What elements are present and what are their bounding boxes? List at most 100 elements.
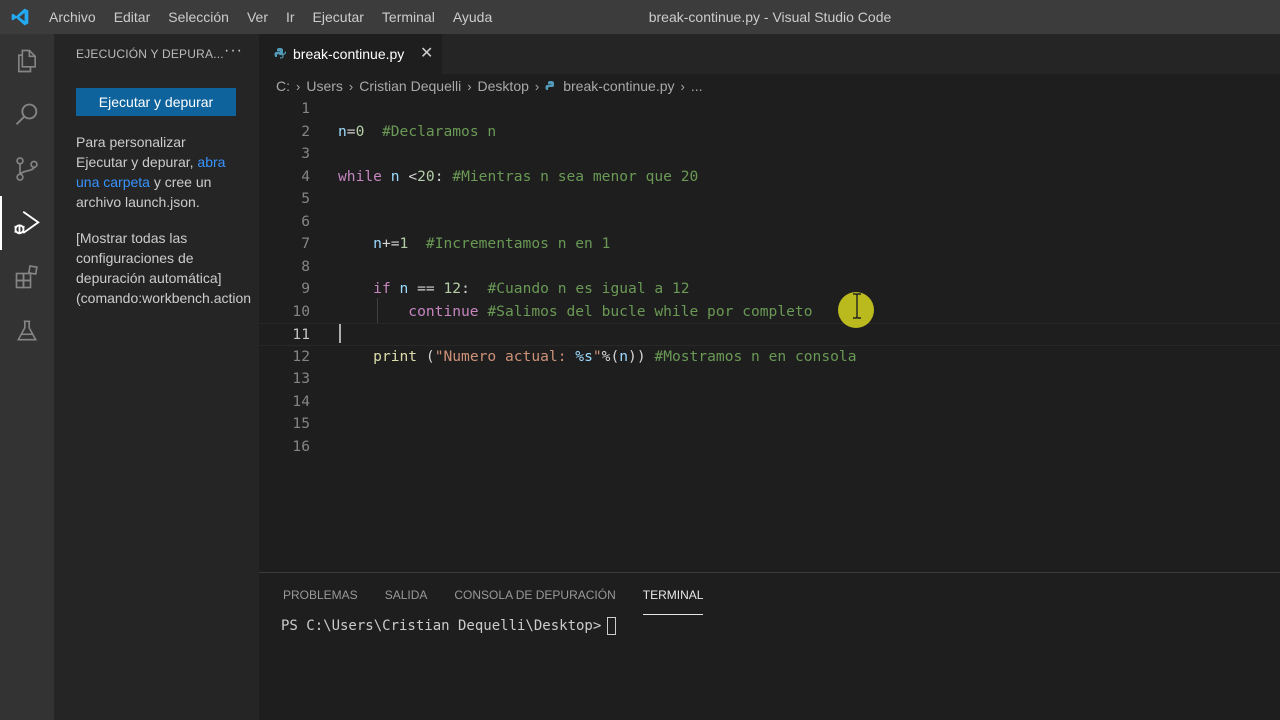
breadcrumb: C: › Users › Cristian Dequelli › Desktop › b… <box>259 74 1280 98</box>
line-number: 9 <box>301 280 310 297</box>
run-debug-icon[interactable] <box>0 196 54 250</box>
line-number: 1 <box>301 100 310 117</box>
code-line: 3 <box>259 143 1280 166</box>
source-control-icon[interactable] <box>0 142 54 196</box>
terminal-prompt: PS C:\Users\Cristian Dequelli\Desktop> <box>281 618 602 634</box>
activity-bar <box>0 34 54 720</box>
menu-editar[interactable]: Editar <box>105 0 160 34</box>
autodetect-line-1[interactable]: [Mostrar todas las <box>76 228 259 248</box>
breadcrumb-symbols[interactable]: ... <box>691 78 703 94</box>
code-line: 5 <box>259 188 1280 211</box>
line-number: 11 <box>292 326 310 343</box>
chevron-right-icon: › <box>467 78 472 94</box>
menu-seleccion[interactable]: Selección <box>159 0 238 34</box>
title-bar: Archivo Editar Selección Ver Ir Ejecutar… <box>0 0 1280 34</box>
code-content: if n == 12: #Cuando n es igual a 12 <box>373 280 690 297</box>
code-line: 13 <box>259 368 1280 391</box>
breadcrumb-users[interactable]: Users <box>306 78 343 94</box>
code-content: n=0 #Declaramos n <box>338 122 497 140</box>
code-content: n+=1 #Incrementamos n en 1 <box>373 235 611 252</box>
line-number: 16 <box>292 437 310 455</box>
search-icon[interactable] <box>0 88 54 142</box>
line-number: 4 <box>301 167 310 185</box>
explorer-icon[interactable] <box>0 34 54 88</box>
run-and-debug-button[interactable]: Ejecutar y depurar <box>76 88 236 116</box>
code-line: 10 continue #Salimos del bucle while por… <box>259 301 1280 324</box>
bottom-panel: PROBLEMAS SALIDA CONSOLA DE DEPURACIÓN T… <box>259 572 1280 720</box>
help-line-4: archivo launch.json. <box>76 194 200 210</box>
line-number: 2 <box>301 122 310 140</box>
line-number: 12 <box>292 347 310 365</box>
tab-output[interactable]: SALIDA <box>385 587 428 615</box>
code-line: 4 while n <20: #Mientras n sea menor que … <box>259 166 1280 189</box>
menu-terminal[interactable]: Terminal <box>373 0 444 34</box>
testing-icon[interactable] <box>0 304 54 358</box>
breadcrumb-desktop[interactable]: Desktop <box>478 78 529 94</box>
tab-break-continue[interactable]: break-continue.py ✕ <box>259 34 442 74</box>
sidebar-help-text: Para personalizar Ejecutar y depurar, ab… <box>76 132 259 212</box>
autodetect-line-3: depuración automática] <box>76 270 222 286</box>
extensions-icon[interactable] <box>0 250 54 304</box>
menu-bar: Archivo Editar Selección Ver Ir Ejecutar… <box>40 0 501 34</box>
line-number: 10 <box>292 302 310 320</box>
line-number: 8 <box>301 257 310 275</box>
breadcrumb-file[interactable]: break-continue.py <box>563 78 674 94</box>
line-number: 14 <box>292 392 310 410</box>
code-line: 7 n+=1 #Incrementamos n en 1 <box>259 233 1280 256</box>
tab-terminal[interactable]: TERMINAL <box>642 587 704 615</box>
chevron-right-icon: › <box>348 78 354 94</box>
menu-ayuda[interactable]: Ayuda <box>444 0 501 34</box>
code-content: while n <20: #Mientras n sea menor que 2… <box>338 167 699 185</box>
python-file-icon <box>274 46 287 62</box>
chevron-right-icon: › <box>534 78 540 94</box>
breadcrumb-user[interactable]: Cristian Dequelli <box>359 78 461 94</box>
code-line: 8 <box>259 256 1280 279</box>
vscode-logo-icon <box>0 0 40 34</box>
open-folder-link-part2[interactable]: una carpeta <box>76 174 150 190</box>
tab-label: break-continue.py <box>293 46 405 62</box>
autodetect-line-4: (comando:workbench.action <box>76 290 252 306</box>
run-debug-sidebar: EJECUCIÓN Y DEPURA... ··· Ejecutar y dep… <box>54 34 259 720</box>
code-line-current: 11 <box>259 323 1280 346</box>
panel-tabs: PROBLEMAS SALIDA CONSOLA DE DEPURACIÓN T… <box>283 587 730 615</box>
code-line: 2 n=0 #Declaramos n <box>259 121 1280 144</box>
chevron-right-icon: › <box>296 78 301 94</box>
code-line: 12 print ("Numero actual: %s"%(n)) #Most… <box>259 346 1280 369</box>
line-number: 5 <box>301 190 310 207</box>
code-line: 1 <box>259 98 1280 121</box>
code-line: 9 if n == 12: #Cuando n es igual a 12 <box>259 278 1280 301</box>
text-cursor <box>339 324 341 343</box>
menu-ejecutar[interactable]: Ejecutar <box>304 0 373 34</box>
code-content: continue #Salimos del bucle while por co… <box>408 302 813 320</box>
more-actions-icon[interactable]: ··· <box>224 42 243 60</box>
menu-archivo[interactable]: Archivo <box>40 0 105 34</box>
help-line-3: una carpeta y cree un <box>76 172 259 192</box>
line-number: 6 <box>301 212 310 230</box>
open-folder-link-part1[interactable]: abra <box>197 154 225 170</box>
code-line: 6 <box>259 211 1280 234</box>
help-line-2: Ejecutar y depurar, abra <box>76 152 259 172</box>
help-line-1: Para personalizar <box>76 134 186 150</box>
code-line: 15 <box>259 413 1280 436</box>
breadcrumb-drive[interactable]: C: <box>276 78 290 94</box>
tab-debug-console[interactable]: CONSOLA DE DEPURACIÓN <box>454 587 615 615</box>
python-file-icon <box>545 80 557 92</box>
tab-problems[interactable]: PROBLEMAS <box>283 587 358 615</box>
indent-guide <box>377 298 378 323</box>
menu-ir[interactable]: Ir <box>277 0 304 34</box>
menu-ver[interactable]: Ver <box>238 0 277 34</box>
chevron-right-icon: › <box>680 78 685 94</box>
editor-tabs: break-continue.py ✕ <box>259 34 1280 74</box>
autodetect-line-2: configuraciones de <box>76 250 194 266</box>
line-number: 13 <box>292 370 310 387</box>
help-text-run: Ejecutar y depurar, <box>76 154 194 170</box>
code-line: 14 <box>259 391 1280 414</box>
terminal[interactable]: PS C:\Users\Cristian Dequelli\Desktop> <box>281 617 617 635</box>
line-number: 15 <box>292 415 310 432</box>
sidebar-autodetect-text: [Mostrar todas las configuraciones de de… <box>76 228 259 308</box>
close-icon[interactable]: ✕ <box>420 46 433 62</box>
code-editor[interactable]: 1 2 n=0 #Declaramos n 3 4 while n <20: #Mi… <box>259 98 1280 572</box>
line-number: 3 <box>301 145 310 162</box>
code-line: 16 <box>259 436 1280 459</box>
terminal-cursor <box>607 617 617 635</box>
